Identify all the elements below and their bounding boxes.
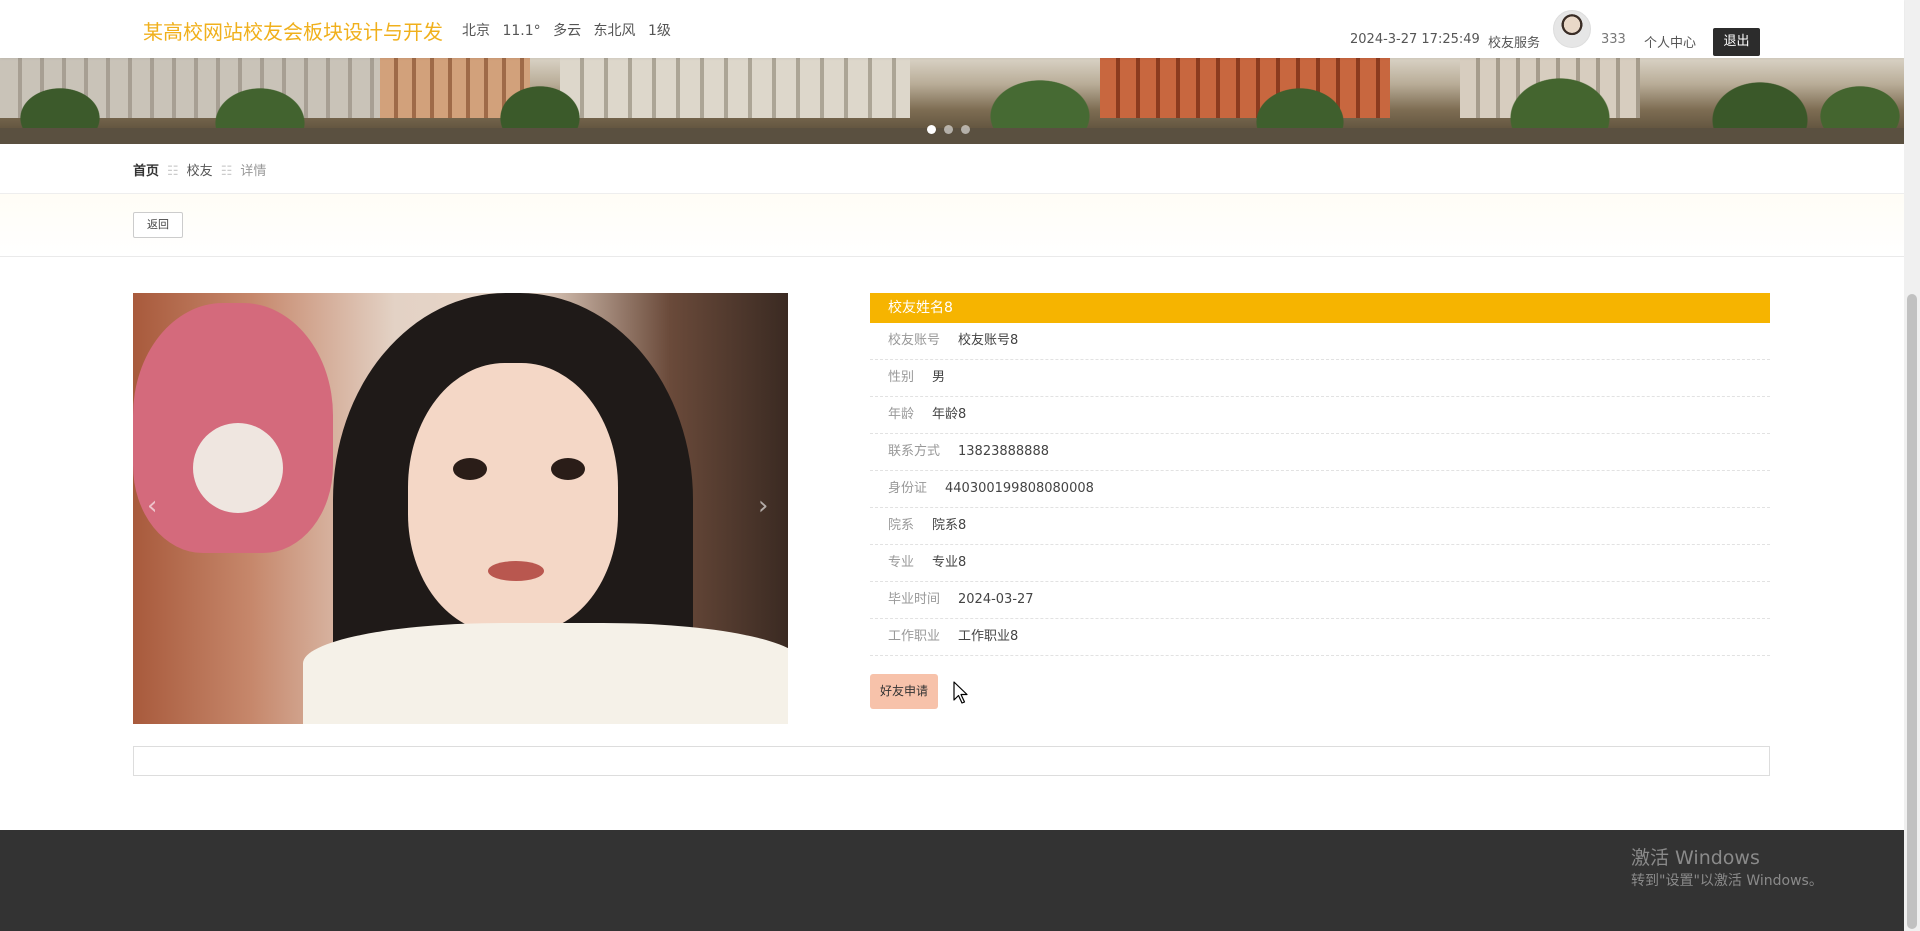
field-value: 13823888888 (958, 444, 1049, 459)
mouse-cursor-icon (953, 681, 968, 704)
detail-content-box (133, 746, 1770, 776)
username: 333 (1601, 32, 1626, 47)
page-footer (0, 830, 1904, 931)
detail-row: 毕业时间 2024-03-27 (870, 582, 1770, 619)
field-label: 联系方式 (888, 444, 941, 459)
page-scrollbar[interactable] (1904, 0, 1920, 931)
scrollbar-thumb[interactable] (1907, 294, 1917, 929)
field-label: 院系 (888, 518, 915, 533)
header-clock: 2024-3-27 17:25:49 (1350, 32, 1480, 47)
field-label: 工作职业 (888, 629, 941, 644)
banner-dot-2[interactable] (944, 125, 953, 134)
carousel-next-icon[interactable]: › (758, 491, 768, 521)
weather-info: 北京 11.1° 多云 东北风 1级 (462, 20, 679, 40)
field-label: 校友账号 (888, 333, 941, 348)
user-avatar[interactable] (1553, 10, 1591, 48)
field-value: 2024-03-27 (958, 592, 1034, 607)
field-value: 校友账号8 (958, 333, 1019, 348)
breadcrumb-current: 详情 (240, 164, 267, 179)
field-value: 院系8 (932, 518, 967, 533)
breadcrumb-home[interactable]: 首页 (133, 164, 159, 179)
banner-dot-3[interactable] (961, 125, 970, 134)
weather-condition: 多云 (553, 23, 582, 39)
banner-dot-1[interactable] (927, 125, 936, 134)
field-label: 毕业时间 (888, 592, 941, 607)
field-label: 专业 (888, 555, 915, 570)
detail-row: 性别 男 (870, 360, 1770, 397)
detail-row: 院系 院系8 (870, 508, 1770, 545)
field-value: 年龄8 (932, 407, 967, 422)
weather-level: 1级 (647, 23, 671, 39)
site-title[interactable]: 某高校网站校友会板块设计与开发 (143, 16, 443, 45)
detail-row: 联系方式 13823888888 (870, 434, 1770, 471)
breadcrumb-alumni[interactable]: 校友 (187, 164, 213, 179)
alumni-name-title: 校友姓名8 (870, 293, 1770, 323)
breadcrumb: 首页 ☷ 校友 ☷ 详情 (0, 144, 1904, 194)
field-value: 专业8 (932, 555, 967, 570)
field-label: 年龄 (888, 407, 915, 422)
banner-dots (927, 119, 978, 138)
detail-row: 工作职业 工作职业8 (870, 619, 1770, 656)
breadcrumb-sep-icon: ☷ (220, 164, 233, 179)
breadcrumb-sep-icon: ☷ (167, 164, 179, 179)
windows-activation-hint: 转到"设置"以激活 Windows。 (1631, 873, 1823, 889)
toolbar: 返回 (0, 194, 1904, 257)
detail-row: 身份证 440300199808080008 (870, 471, 1770, 508)
weather-temp: 11.1° (502, 23, 541, 39)
alumni-service-link[interactable]: 校友服务 (1488, 32, 1540, 51)
weather-city: 北京 (462, 23, 490, 39)
top-header: 某高校网站校友会板块设计与开发 北京 11.1° 多云 东北风 1级 2024-… (0, 0, 1904, 58)
friend-request-button[interactable]: 好友申请 (870, 674, 938, 709)
field-label: 性别 (888, 370, 915, 385)
alumni-detail: 校友姓名8 校友账号 校友账号8 性别 男 年龄 年龄8 联系方式 1382388888… (870, 293, 1770, 656)
carousel-prev-icon[interactable]: ‹ (147, 491, 157, 521)
field-label: 身份证 (888, 481, 928, 496)
back-button[interactable]: 返回 (133, 212, 183, 238)
detail-row: 校友账号 校友账号8 (870, 323, 1770, 360)
alumni-photo: ‹ › (133, 293, 788, 724)
field-value: 男 (932, 370, 946, 385)
logout-button[interactable]: 退出 (1713, 28, 1760, 56)
windows-activation-title: 激活 Windows (1631, 847, 1760, 869)
field-value: 440300199808080008 (945, 481, 1094, 496)
field-value: 工作职业8 (958, 629, 1019, 644)
detail-row: 年龄 年龄8 (870, 397, 1770, 434)
weather-wind: 东北风 (593, 23, 636, 39)
personal-center-link[interactable]: 个人中心 (1644, 32, 1696, 51)
detail-row: 专业 专业8 (870, 545, 1770, 582)
